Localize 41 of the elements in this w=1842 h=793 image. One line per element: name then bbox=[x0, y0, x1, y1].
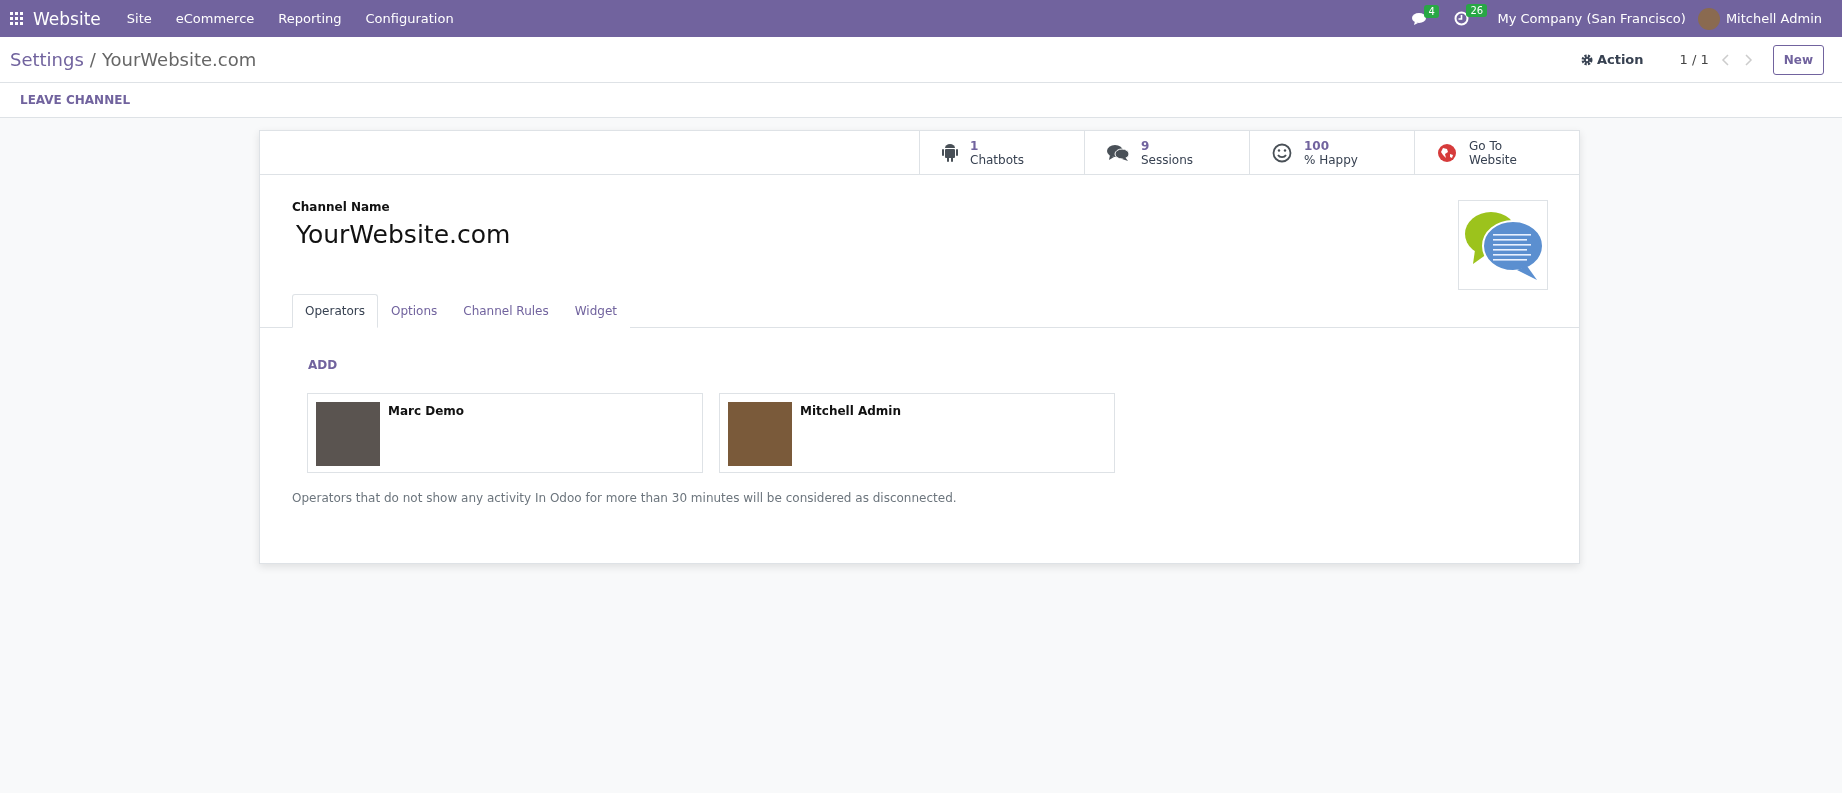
channel-image[interactable] bbox=[1458, 200, 1548, 290]
stat-button[interactable]: 1 Chatbots bbox=[919, 131, 1084, 174]
photo-placeholder bbox=[728, 402, 792, 466]
app-name[interactable]: Website bbox=[23, 8, 115, 29]
stat-button[interactable]: Go To Website bbox=[1414, 131, 1579, 174]
message-count-badge: 4 bbox=[1424, 4, 1439, 18]
tab[interactable]: Operators bbox=[292, 294, 378, 328]
breadcrumb-separator: / bbox=[89, 49, 96, 70]
menu-item[interactable]: Reporting bbox=[266, 11, 354, 26]
operator-name: Mitchell Admin bbox=[800, 404, 902, 420]
channel-name-field[interactable]: YourWebsite.com bbox=[296, 220, 511, 249]
action-button[interactable]: Action bbox=[1574, 51, 1650, 68]
menu-item[interactable]: Site bbox=[114, 11, 164, 26]
photo-placeholder bbox=[316, 402, 380, 466]
apps-grid-icon[interactable] bbox=[10, 12, 23, 25]
breadcrumb-current: YourWebsite.com bbox=[101, 49, 257, 70]
chat-bubbles-icon bbox=[1107, 143, 1129, 162]
smiley-icon bbox=[1272, 142, 1292, 163]
breadcrumb-link[interactable]: Settings bbox=[10, 49, 84, 70]
chat-icon[interactable] bbox=[1412, 11, 1429, 26]
field-label: Channel Name bbox=[292, 200, 391, 214]
android-icon bbox=[942, 142, 958, 163]
stat-button[interactable]: 9 Sessions bbox=[1084, 131, 1249, 174]
operator-card[interactable]: Marc Demo bbox=[307, 393, 703, 473]
help-text: Operators that do not show any activity In Odoo for more than 30 minutes will be considered as disconnected. bbox=[292, 491, 958, 505]
company-switcher[interactable]: My Company (San Francisco) bbox=[1485, 11, 1698, 26]
gear-icon bbox=[1580, 53, 1593, 66]
stat-button[interactable]: 100 % Happy bbox=[1249, 131, 1414, 174]
globe-icon bbox=[1437, 142, 1457, 163]
user-menu[interactable]: Mitchell Admin bbox=[1725, 11, 1832, 26]
leave-channel-button[interactable]: LEAVE CHANNEL bbox=[20, 93, 131, 107]
activity-count-badge: 26 bbox=[1466, 4, 1488, 17]
menu-item[interactable]: Configuration bbox=[353, 11, 466, 26]
user-avatar bbox=[1697, 7, 1720, 30]
operator-name: Marc Demo bbox=[388, 404, 465, 420]
new-button[interactable]: New bbox=[1772, 44, 1824, 75]
clock-icon[interactable] bbox=[1454, 11, 1470, 26]
add-button[interactable]: ADD bbox=[292, 358, 338, 372]
operator-card[interactable]: Mitchell Admin bbox=[719, 393, 1115, 473]
pager-value: 1 / 1 bbox=[1679, 52, 1709, 67]
menu-item[interactable]: eCommerce bbox=[163, 11, 267, 26]
